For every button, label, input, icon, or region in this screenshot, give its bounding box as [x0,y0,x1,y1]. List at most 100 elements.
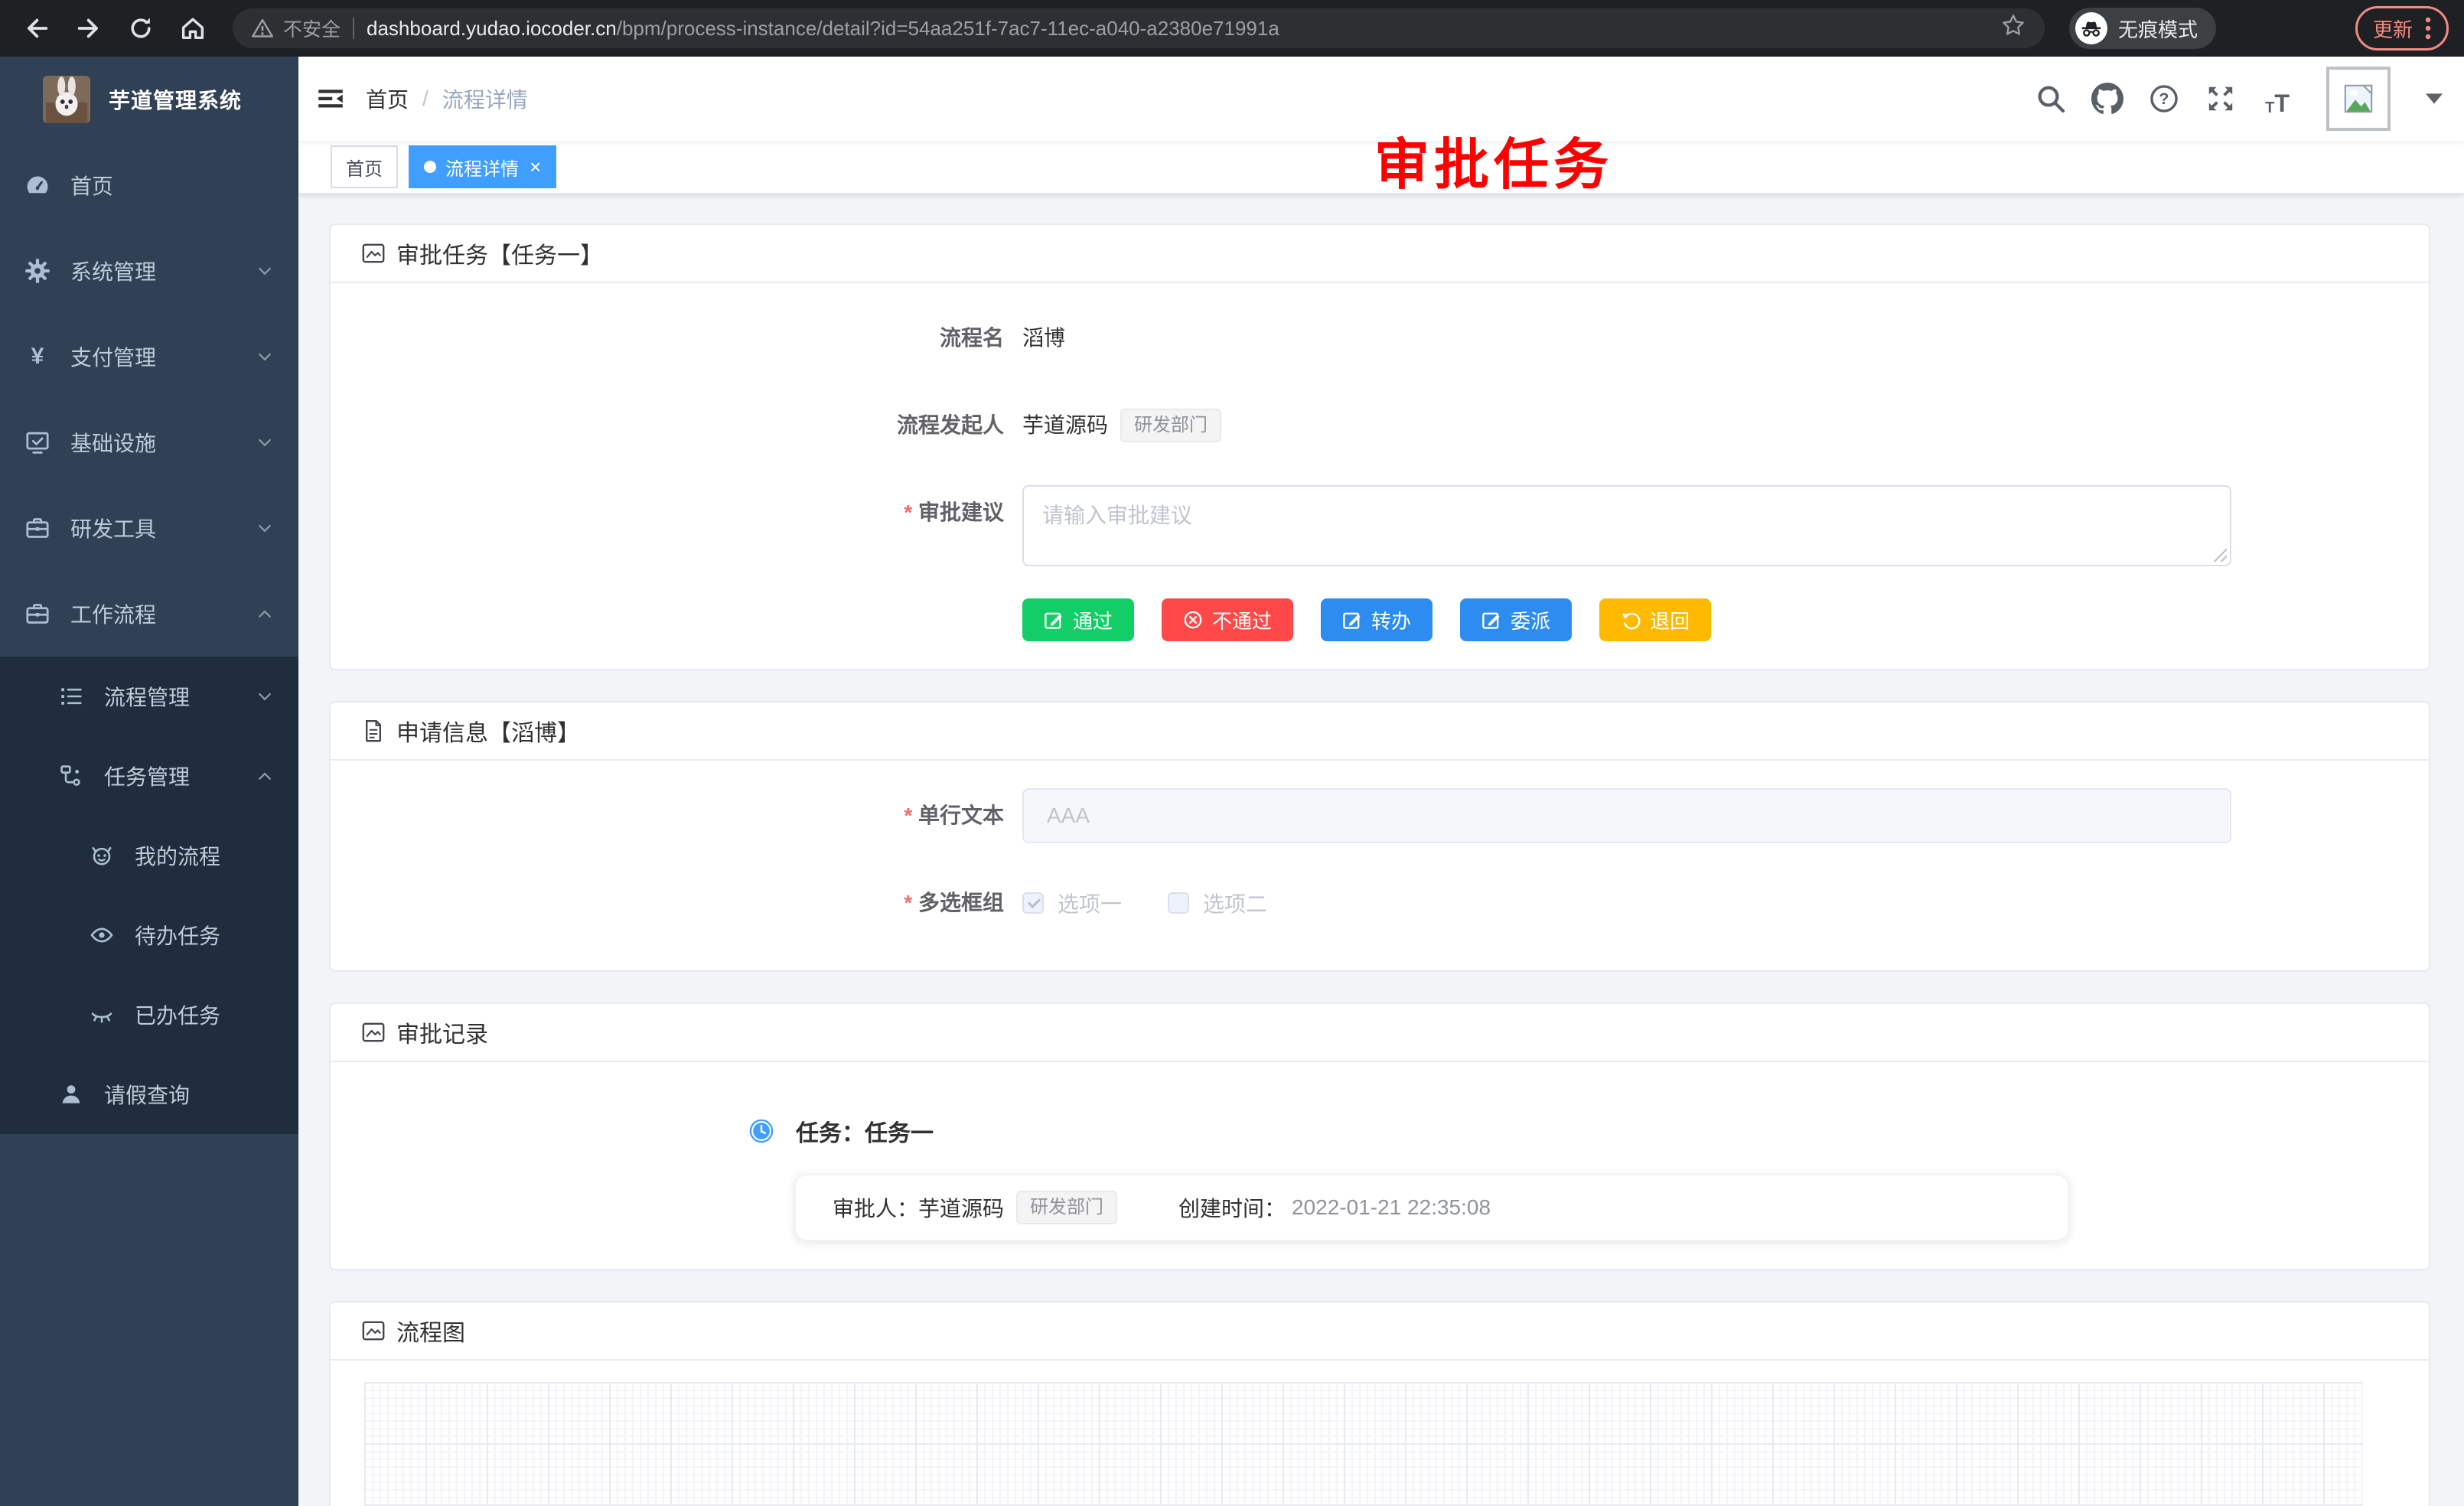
initiator-row: 流程发起人 芋道源码研发部门 [361,398,2398,453]
bpmn-canvas[interactable] [364,1382,2363,1506]
face-icon [89,843,115,869]
menu-dots-icon[interactable] [2425,16,2431,41]
single-text-input: AAA [1022,788,2231,843]
screen: 不安全 dashboard.yudao.iocoder.cn/bpm/proce… [0,0,2464,1506]
briefcase-icon [24,601,51,627]
flow-icon [58,763,84,789]
bookmark-star-icon [2000,12,2026,38]
back-icon [22,14,51,43]
github-icon [2091,83,2123,115]
clock-icon [748,1118,774,1144]
back-button[interactable] [15,7,58,50]
fullscreen-button[interactable] [2204,82,2237,116]
return-button[interactable]: 退回 [1599,598,1711,641]
incognito-badge: 无痕模式 [2069,8,2216,49]
fullscreen-icon [2206,84,2235,113]
card-title: 审批任务【任务一】 [396,236,603,270]
edit-icon [1342,610,1362,630]
document-icon [361,719,386,743]
chevron-down-icon [256,262,274,280]
chevron-down-icon [256,347,274,366]
home-button[interactable] [171,7,214,50]
checkbox-option1 [1022,892,1044,914]
sidebar-item-done-task[interactable]: 已办任务 [0,975,298,1055]
approval-task-card: 审批任务【任务一】 流程名 滔博 流程发起人 芋道源码研发部门 审批建议 请输入… [329,223,2430,670]
picture-icon [361,241,386,266]
reject-button[interactable]: 不通过 [1162,598,1293,641]
delegate-button[interactable]: 委派 [1460,598,1572,641]
checkbox-option2 [1168,892,1189,914]
dept-tag: 研发部门 [1016,1191,1117,1224]
edit-icon [1481,610,1501,630]
url-path: /bpm/process-instance/detail?id=54aa251f… [617,17,1279,40]
sidebar-item-leave-query[interactable]: 请假查询 [0,1055,298,1134]
undo-icon [1621,610,1641,630]
sidebar-item-payment[interactable]: ¥ 支付管理 [0,314,298,399]
breadcrumb-home[interactable]: 首页 [366,83,409,114]
broken-image-icon [2342,82,2375,116]
chevron-down-icon [256,687,274,706]
tab-home[interactable]: 首页 [331,145,398,188]
active-tab-dot [424,161,436,173]
card-title: 申请信息【滔博】 [396,714,580,748]
approve-button[interactable]: 通过 [1022,598,1134,641]
update-button[interactable]: 更新 [2355,6,2449,51]
search-button[interactable] [2034,82,2068,116]
checkbox-group-label: 多选框组 [361,875,1022,931]
forward-button[interactable] [67,7,110,50]
sidebar-item-task-mgmt[interactable]: 任务管理 [0,736,298,816]
annotation-approval-task: 审批任务 [1374,119,1613,200]
caret-down-icon[interactable] [2426,93,2443,104]
main-content: 审批任务【任务一】 流程名 滔博 流程发起人 芋道源码研发部门 审批建议 请输入… [298,193,2464,1506]
eye-open-icon [89,922,115,948]
transfer-button[interactable]: 转办 [1321,598,1432,641]
checkbox-group-row: 多选框组 选项一 选项二 [361,875,2398,931]
help-button[interactable]: ? [2147,82,2181,116]
app-logo [43,76,90,123]
sidebar-submenu-workflow: 流程管理 任务管理 我的流程 待办任务 [0,657,298,1134]
app-title: 芋道管理系统 [109,84,242,115]
circle-x-icon [1183,610,1203,630]
tab-process-detail[interactable]: 流程详情 × [409,145,556,188]
initiator-value: 芋道源码 [1022,413,1108,437]
home-icon [178,14,207,43]
chevron-up-icon [256,767,274,785]
help-icon: ? [2149,84,2179,113]
tree-list-icon [58,683,84,709]
sidebar-item-infra[interactable]: 基础设施 [0,399,298,485]
github-button[interactable] [2091,82,2124,116]
single-text-label: 单行文本 [361,788,1022,843]
suggestion-textarea[interactable]: 请输入审批建议 [1022,485,2231,566]
bookmark-button[interactable] [2000,12,2026,44]
reload-button[interactable] [119,7,162,50]
record-detail-card: 审批人： 芋道源码 研发部门 创建时间： 2022-01-21 22:35:08 [794,1174,2069,1241]
yen-icon: ¥ [24,344,51,370]
infra-icon [24,429,51,455]
approver-label: 审批人： [833,1192,918,1223]
close-tab-icon[interactable]: × [530,157,541,177]
warning-icon [251,17,274,40]
sidebar-item-my-process[interactable]: 我的流程 [0,816,298,895]
sidebar-item-workflow[interactable]: 工作流程 [0,571,298,657]
process-name-label: 流程名 [361,311,1022,366]
address-bar[interactable]: 不安全 dashboard.yudao.iocoder.cn/bpm/proce… [233,8,2045,48]
flow-chart-card: 流程图 [329,1301,2430,1506]
sidebar-item-devtools[interactable]: 研发工具 [0,485,298,571]
sidebar-item-home[interactable]: 首页 [0,142,298,228]
font-size-button[interactable]: TT [2260,82,2294,116]
fold-sidebar-button[interactable] [317,85,344,112]
security-label: 不安全 [283,15,341,42]
sidebar-item-system[interactable]: 系统管理 [0,228,298,314]
suggestion-placeholder: 请输入审批建议 [1042,504,1192,527]
breadcrumb: 首页 / 流程详情 [366,83,528,114]
sidebar-item-process-mgmt[interactable]: 流程管理 [0,657,298,736]
sidebar-item-todo-task[interactable]: 待办任务 [0,895,298,975]
record-task-title: 任务：任务一 [796,1114,934,1148]
gear-icon [24,258,51,284]
chevron-down-icon [256,519,274,537]
app-logo-row[interactable]: 芋道管理系统 [0,57,298,142]
search-icon [2036,84,2065,113]
edit-icon [1044,610,1064,630]
incognito-icon [2080,17,2103,40]
avatar[interactable] [2326,67,2391,131]
